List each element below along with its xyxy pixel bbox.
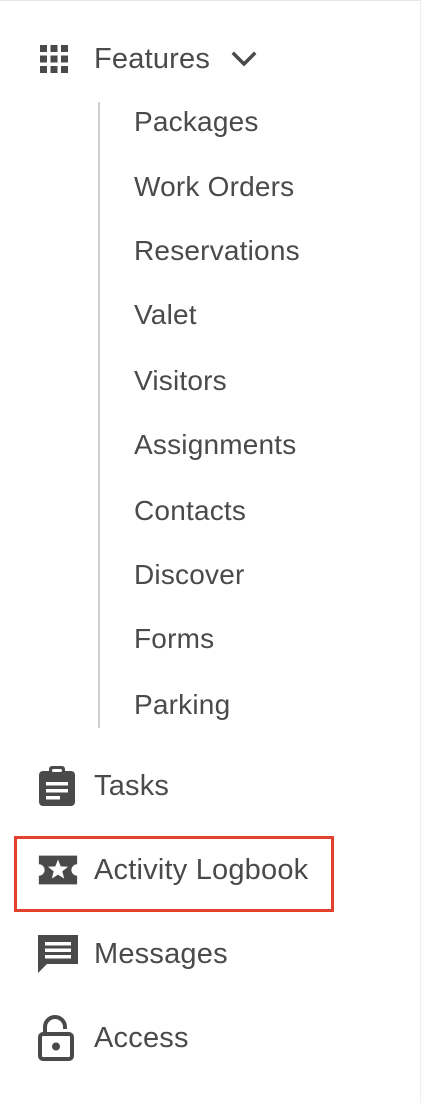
- nav-item-access[interactable]: Access: [36, 1015, 189, 1061]
- lock-open-icon: [36, 1015, 80, 1061]
- submenu-item-forms[interactable]: Forms: [134, 623, 214, 655]
- features-label: Features: [94, 42, 211, 75]
- messages-label: Messages: [94, 937, 228, 970]
- star-ticket-icon: [36, 848, 80, 892]
- apps-grid-icon: [36, 37, 80, 81]
- tasks-label: Tasks: [94, 769, 170, 802]
- top-border: [0, 0, 421, 1]
- access-label: Access: [94, 1021, 189, 1054]
- submenu-item-work-orders[interactable]: Work Orders: [134, 171, 294, 203]
- submenu-item-valet[interactable]: Valet: [134, 299, 197, 331]
- submenu-item-assignments[interactable]: Assignments: [134, 429, 297, 461]
- nav-item-tasks[interactable]: Tasks: [36, 764, 169, 808]
- chevron-down-icon[interactable]: [230, 45, 258, 73]
- activity-logbook-label: Activity Logbook: [94, 853, 309, 886]
- nav-item-messages[interactable]: Messages: [36, 932, 228, 976]
- features-submenu: Packages Work Orders Reservations Valet …: [98, 102, 350, 728]
- submenu-item-reservations[interactable]: Reservations: [134, 235, 300, 267]
- submenu-item-discover[interactable]: Discover: [134, 559, 245, 591]
- submenu-item-visitors[interactable]: Visitors: [134, 365, 227, 397]
- clipboard-icon: [36, 764, 80, 808]
- nav-item-activity-logbook[interactable]: Activity Logbook: [36, 848, 308, 892]
- submenu-item-parking[interactable]: Parking: [134, 689, 230, 721]
- submenu-item-contacts[interactable]: Contacts: [134, 495, 246, 527]
- nav-item-features[interactable]: Features: [36, 37, 258, 81]
- submenu-item-packages[interactable]: Packages: [134, 106, 259, 138]
- message-icon: [36, 932, 80, 976]
